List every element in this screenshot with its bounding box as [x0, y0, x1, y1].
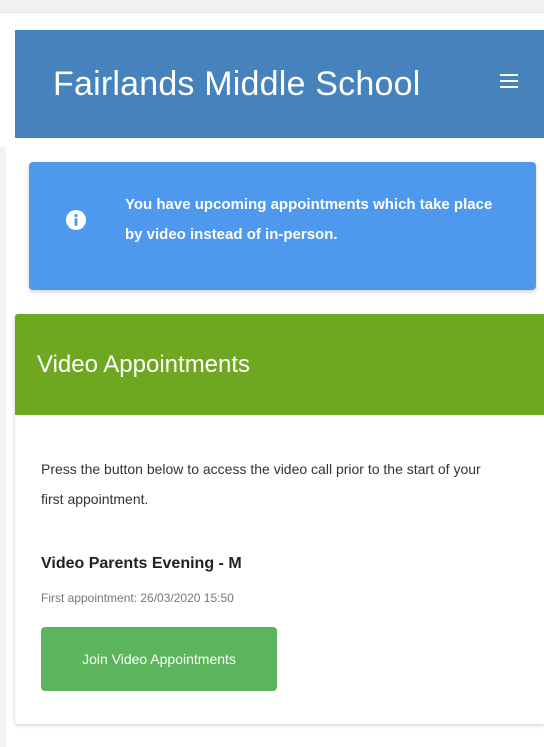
first-appointment-time: First appointment: 26/03/2020 15:50: [41, 591, 234, 605]
join-video-appointments-button[interactable]: Join Video Appointments: [41, 627, 277, 691]
video-info-alert: You have upcoming appointments which tak…: [29, 162, 536, 290]
school-header: Fairlands Middle School: [15, 30, 544, 138]
card-description: Press the button below to access the vid…: [41, 461, 481, 507]
event-title: Video Parents Evening - M: [41, 555, 242, 572]
video-appointments-card: Video Appointments Press the button belo…: [15, 314, 544, 724]
hamburger-menu-icon[interactable]: [500, 74, 518, 88]
alert-message: You have upcoming appointments which tak…: [125, 196, 493, 243]
card-header: Video Appointments: [15, 314, 544, 415]
info-circle-icon: [66, 210, 86, 230]
left-rail: [0, 146, 6, 747]
card-title: Video Appointments: [37, 351, 251, 378]
top-strip: [0, 0, 544, 13]
page: Fairlands Middle School You have upcomin…: [0, 0, 544, 747]
school-name: Fairlands Middle School: [53, 65, 421, 103]
